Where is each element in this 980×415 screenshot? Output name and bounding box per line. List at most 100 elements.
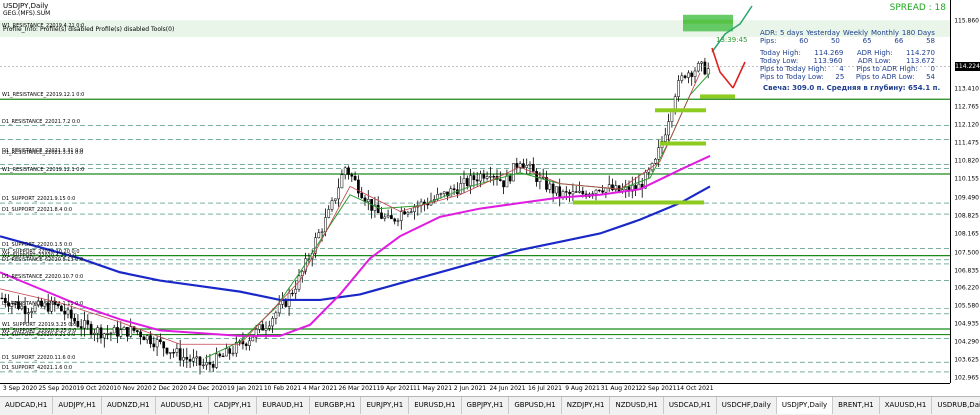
symbol-tab[interactable]: AUDJPY,H1	[53, 397, 102, 414]
candle-body	[654, 158, 657, 164]
symbol-tab[interactable]: EURUSD,H1	[409, 397, 462, 414]
symbol-tab[interactable]: AUDNZD,H1	[102, 397, 156, 414]
symbol-tab[interactable]: USDRUB,Daily	[932, 397, 980, 414]
candle-body	[27, 312, 30, 315]
pips-to-adr-low-label: Pips to ADR Low:	[855, 73, 915, 81]
candle-body	[528, 163, 532, 166]
level-label: D1_SUPPORT_22021.8.4 0:0	[2, 207, 73, 214]
today-low-value: 113.960	[813, 57, 843, 65]
candle-body	[498, 179, 502, 181]
candle-body	[347, 167, 350, 175]
down-arrow-1	[711, 47, 734, 89]
candle-body	[73, 317, 76, 322]
candle-body	[687, 72, 690, 78]
symbol-tab[interactable]: BRENT,H1	[833, 397, 880, 414]
symbol-tab[interactable]: AUDCAD,H1	[0, 397, 54, 414]
candle-body	[205, 362, 208, 366]
symbol-tab[interactable]: EURGBP,H1	[310, 397, 362, 414]
pips-to-low-label: Pips to Today Low:	[760, 73, 824, 81]
candle-body	[380, 212, 383, 219]
price-tick-label: 106.835	[954, 267, 979, 275]
candle-body	[439, 193, 443, 195]
symbol-tab[interactable]: NZDJPY,H1	[562, 397, 611, 414]
price-tick-label: 111.475	[954, 139, 979, 147]
candle-body	[574, 191, 578, 193]
candle-body	[366, 199, 370, 202]
time-tick-label: 3 Sep 2020	[2, 385, 38, 392]
symbol-tab[interactable]: XAUUSD,H1	[880, 397, 933, 414]
pips-to-adr-low-value: 54	[926, 73, 935, 81]
level-label: D1_RESISTANCE_62020.8.13 0:0	[2, 256, 84, 263]
candle-body	[30, 311, 34, 313]
candle-body	[406, 211, 410, 215]
symbol-tab[interactable]: CADJPY,H1	[209, 397, 258, 414]
candle-body	[376, 204, 380, 214]
symbol-tab[interactable]: USDCAD,H1	[664, 397, 717, 414]
symbol-tab[interactable]: EURAUD,H1	[257, 397, 310, 414]
candle-body	[683, 75, 687, 78]
price-tick-label: 106.220	[954, 284, 979, 292]
level-label: D1_RESISTANCE_22021.3.31 0:0	[2, 150, 84, 157]
symbol-tab[interactable]: GBPUSD,H1	[509, 397, 562, 414]
adr-col-5days: 5 days	[780, 29, 804, 37]
candle-body	[218, 353, 222, 357]
candle-body	[63, 310, 67, 315]
candle-body	[343, 167, 347, 176]
time-axis[interactable]: 3 Sep 2020 25 Sep 2020 19 Oct 2020 10 Nov 2…	[0, 383, 950, 396]
candle-body	[551, 183, 555, 194]
symbol-tab[interactable]: AUDUSD,H1	[156, 397, 209, 414]
candle-body	[545, 177, 548, 190]
candle-body	[601, 190, 604, 193]
candle-body	[492, 176, 496, 178]
candle-body	[112, 327, 116, 334]
candle-body	[475, 179, 479, 182]
candle-body	[561, 191, 565, 198]
candle-body	[386, 215, 390, 218]
price-tick-label: 103.625	[954, 356, 979, 364]
level-label: D1_SUPPORT_42021.1.6 0:0	[2, 364, 73, 371]
candle-body	[261, 324, 265, 331]
time-tick-label: 9 Aug 2021	[565, 385, 600, 392]
time-tick-label: 11 May 2021	[412, 385, 453, 392]
level-label: D1_SUPPORT_22020.11.6 0:0	[2, 355, 76, 362]
level-label: W1_RESISTANCE_22019.12.1 0:0	[2, 166, 85, 173]
time-tick-label: 24 Dec 2020	[188, 385, 227, 392]
candle-body	[271, 318, 274, 327]
candle-body	[152, 343, 156, 348]
time-tick-label: 25 Sep 2020	[38, 385, 77, 392]
price-tick-label: 108.165	[954, 230, 979, 238]
adr-pips-weekly: 65	[862, 37, 872, 45]
time-tick-label: 4 Mar 2021	[302, 385, 338, 392]
adr-panel: ADR: 5 days Yesterday Weekly Monthly 180…	[760, 29, 935, 81]
time-tick-label: 19 Oct 2020	[76, 385, 114, 392]
lime-zone-0	[573, 200, 704, 205]
target-zone	[683, 14, 733, 32]
candle-body	[320, 231, 324, 233]
symbol-tab[interactable]: USDCHF,Daily	[717, 397, 777, 414]
candle-body	[317, 232, 321, 239]
symbol-tabs: AUDCAD,H1 AUDJPY,H1 AUDNZD,H1 AUDUSD,H1 CADJ…	[0, 396, 980, 415]
candle-body	[700, 61, 703, 64]
symbol-tab[interactable]: USDJPY,Daily	[776, 397, 834, 414]
candle-body	[469, 175, 472, 187]
symbol-tab[interactable]: EURJPY,H1	[361, 397, 410, 414]
symbol-tab[interactable]: GBPJPY,H1	[462, 397, 510, 414]
candle-body	[667, 121, 670, 136]
pips-to-high-label: Pips to Today High:	[760, 65, 827, 73]
candle-body	[149, 335, 152, 345]
price-tick-label: 105.580	[954, 302, 979, 310]
candle-body	[703, 61, 707, 75]
candle-body	[390, 215, 393, 220]
today-high-label: Today High:	[760, 49, 801, 57]
price-axis[interactable]: 115.860 114.224 113.410 112.765 112.120 111.4…	[950, 0, 980, 383]
candle-body	[162, 341, 166, 349]
symbol-tab[interactable]: NZDUSD,H1	[610, 397, 664, 414]
candle-body	[690, 72, 694, 77]
candle-body	[258, 324, 261, 330]
candle-body	[485, 176, 489, 179]
candle-body	[198, 356, 202, 366]
time-tick-label: 2 Dec 2020	[152, 385, 188, 392]
candle-body	[396, 220, 400, 222]
spread-indicator: SPREAD : 18	[889, 3, 946, 13]
level-label: D1_RESISTANCE_22020.10.7 0:0	[2, 273, 84, 280]
